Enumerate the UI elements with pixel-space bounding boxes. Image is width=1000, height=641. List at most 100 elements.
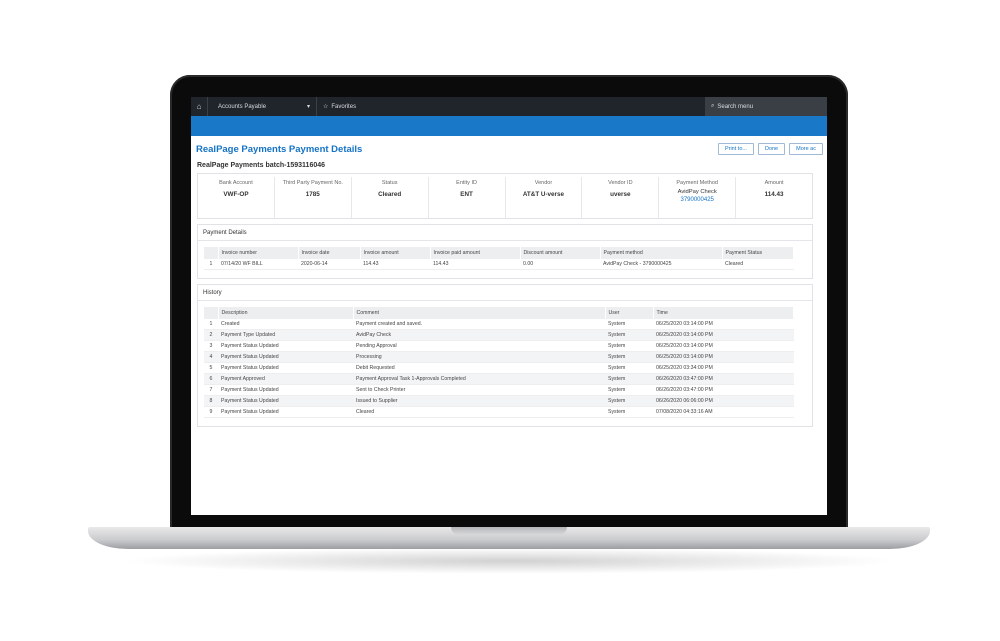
table-row[interactable]: 7 Payment Status Updated Sent to Check P… xyxy=(204,384,794,396)
favorites-label: Favorites xyxy=(331,103,357,110)
field-value: uverse xyxy=(610,191,631,198)
table-row[interactable]: 1 07/14/20 WF BILL 2020-06-14 114.43 114… xyxy=(204,259,794,270)
user: System xyxy=(605,373,653,385)
field-value: 1785 xyxy=(305,191,320,198)
section-title: Payment Details xyxy=(198,225,812,241)
time: 06/25/2020 03:14:00 PM xyxy=(653,329,794,341)
favorites-menu[interactable]: ☆ Favorites xyxy=(317,103,357,111)
time: 06/25/2020 03:14:00 PM xyxy=(653,351,794,363)
more-actions-button[interactable]: More ac xyxy=(789,143,823,155)
time: 06/25/2020 03:14:00 PM xyxy=(653,340,794,352)
time: 06/26/2020 03:47:00 PM xyxy=(653,373,794,385)
invoice-number: 07/14/20 WF BILL xyxy=(218,259,298,270)
column-header[interactable]: Payment Status xyxy=(722,247,794,259)
history-table: Description Comment User Time 1 Created … xyxy=(204,307,794,418)
table-row[interactable]: 3 Payment Status Updated Pending Approva… xyxy=(204,340,794,352)
summary-fields: Bank Account VWF-OP Third Party Payment … xyxy=(198,174,812,218)
comment: Payment Approval Task 1-Approvals Comple… xyxy=(353,373,605,385)
payment-details-panel: Payment Details Invoice number Invoice d… xyxy=(197,224,813,279)
field-value: AT&T U-verse xyxy=(522,191,565,198)
row-number: 1 xyxy=(204,319,218,330)
column-header[interactable]: Discount amount xyxy=(520,247,601,259)
row-number: 3 xyxy=(204,340,218,352)
search-placeholder: Search menu xyxy=(717,103,754,110)
user: System xyxy=(605,384,653,396)
time: 06/26/2020 03:47:00 PM xyxy=(653,384,794,396)
field-label: Vendor ID xyxy=(608,180,633,186)
table-row[interactable]: 5 Payment Status Updated Debit Requested… xyxy=(204,362,794,374)
laptop-shadow xyxy=(120,548,900,574)
table-row[interactable]: 4 Payment Status Updated Processing Syst… xyxy=(204,351,794,363)
module-label: Accounts Payable xyxy=(218,103,267,110)
column-header[interactable]: Invoice amount xyxy=(360,247,431,259)
module-selector[interactable]: Accounts Payable ▾ xyxy=(207,97,317,116)
home-icon[interactable]: ⌂ xyxy=(191,102,207,111)
column-header[interactable]: Invoice date xyxy=(298,247,361,259)
payment-details-table-wrap: Invoice number Invoice date Invoice amou… xyxy=(198,241,812,278)
vendor-field: Vendor AT&T U-verse xyxy=(506,177,583,218)
print-button[interactable]: Print to... xyxy=(717,143,754,155)
table-row[interactable]: 8 Payment Status Updated Issued to Suppl… xyxy=(204,395,794,407)
user: System xyxy=(605,406,653,418)
payment-number-link[interactable]: 3790000425 xyxy=(659,197,735,203)
table-row[interactable]: 9 Payment Status Updated Cleared System … xyxy=(204,406,794,418)
search-menu[interactable]: ⌕ Search menu xyxy=(705,97,827,116)
row-number: 7 xyxy=(204,384,218,396)
description: Payment Approved xyxy=(218,373,353,385)
user: System xyxy=(605,329,653,341)
table-row[interactable]: 6 Payment Approved Payment Approval Task… xyxy=(204,373,794,385)
payment-status: Cleared xyxy=(722,259,794,270)
comment: Processing xyxy=(353,351,605,363)
status-field: Status Cleared xyxy=(352,177,429,218)
comment: Pending Approval xyxy=(353,340,605,352)
comment: Debit Requested xyxy=(353,362,605,374)
table-row[interactable]: 2 Payment Type Updated AvidPay Check Sys… xyxy=(204,329,794,341)
page-title: RealPage Payments Payment Details xyxy=(196,143,363,155)
description: Payment Status Updated xyxy=(218,395,353,407)
column-header[interactable]: Payment method xyxy=(600,247,723,259)
description: Payment Status Updated xyxy=(218,362,353,374)
table-header-row: Description Comment User Time xyxy=(204,307,794,319)
description: Payment Status Updated xyxy=(218,406,353,418)
done-button[interactable]: Done xyxy=(757,143,786,155)
field-label: Entity ID xyxy=(456,180,477,186)
field-value: AvidPay Check xyxy=(677,189,717,195)
description: Payment Status Updated xyxy=(218,340,353,352)
comment: Issued to Supplier xyxy=(353,395,605,407)
description: Payment Type Updated xyxy=(218,329,353,341)
column-header[interactable]: Description xyxy=(218,307,354,319)
search-icon: ⌕ xyxy=(711,103,715,109)
row-number: 4 xyxy=(204,351,218,363)
table-header-row: Invoice number Invoice date Invoice amou… xyxy=(204,247,794,259)
row-number: 8 xyxy=(204,395,218,407)
column-header[interactable]: Invoice number xyxy=(218,247,299,259)
time: 06/26/2020 06:06:00 PM xyxy=(653,395,794,407)
table-row[interactable]: 1 Created Payment created and saved. Sys… xyxy=(204,319,794,330)
section-title: History xyxy=(198,285,812,301)
comment: Cleared xyxy=(353,406,605,418)
column-header[interactable]: Invoice paid amount xyxy=(430,247,521,259)
discount-amount: 0.00 xyxy=(520,259,600,270)
field-label: Status xyxy=(381,180,398,186)
screen: ⌂ Accounts Payable ▾ ☆ Favorites ⌕ Searc… xyxy=(191,97,827,515)
column-header[interactable]: Comment xyxy=(353,307,606,319)
time: 07/08/2020 04:33:16 AM xyxy=(653,406,794,418)
column-header[interactable] xyxy=(204,247,219,259)
row-number: 9 xyxy=(204,406,218,418)
field-value: ENT xyxy=(460,191,473,198)
row-number: 6 xyxy=(204,373,218,385)
page-header: RealPage Payments Payment Details Print … xyxy=(191,136,827,158)
time: 06/25/2020 03:14:00 PM xyxy=(653,319,794,330)
user: System xyxy=(605,340,653,352)
bank-account-field: Bank Account VWF-OP xyxy=(198,177,275,218)
column-header[interactable] xyxy=(204,307,219,319)
field-label: Payment Method xyxy=(676,180,718,186)
field-value: Cleared xyxy=(378,191,402,198)
comment: AvidPay Check xyxy=(353,329,605,341)
row-number: 5 xyxy=(204,362,218,374)
column-header[interactable]: User xyxy=(605,307,654,319)
user: System xyxy=(605,395,653,407)
column-header[interactable]: Time xyxy=(653,307,794,319)
time: 06/25/2020 03:34:00 PM xyxy=(653,362,794,374)
action-buttons: Print to... Done More ac xyxy=(717,143,823,155)
